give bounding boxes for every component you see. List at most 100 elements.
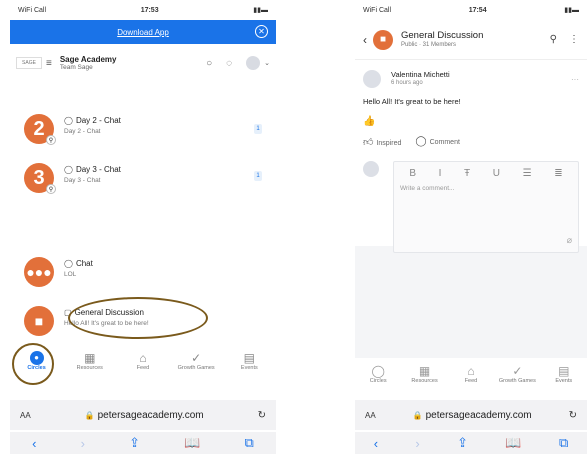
comment-editor[interactable]: B I Ŧ U ☰ ≣ Write a comment... ⌀ <box>393 161 579 253</box>
home-icon: ⌂ <box>467 364 475 378</box>
discussion-header: ‹ ■ General Discussion Public · 31 Membe… <box>355 20 587 60</box>
tab-growth-games[interactable]: ✓ Growth Games <box>497 364 537 384</box>
annotation-circle <box>12 343 54 385</box>
list-item[interactable]: ●●● ◯ Chat LOL <box>24 257 93 287</box>
close-icon[interactable]: ✕ <box>255 25 268 38</box>
comment-icon: ◯ <box>415 136 427 147</box>
italic-icon[interactable]: I <box>439 168 442 179</box>
search-icon[interactable]: ⚲ <box>550 34 557 45</box>
tab-events[interactable]: ▤ Events <box>544 364 584 384</box>
channel-badge: 3 ⚲ <box>24 163 56 194</box>
author-name[interactable]: Valentina Michetti <box>391 70 450 80</box>
carrier-label: WiFi Call <box>363 6 391 14</box>
forward-icon[interactable]: › <box>415 436 419 451</box>
avatar[interactable] <box>246 56 261 70</box>
chat-bubble-icon: ●●● <box>26 264 52 280</box>
text-size-button[interactable]: AA <box>365 411 376 420</box>
logo: SAGE <box>16 57 42 69</box>
search-icon[interactable]: ○ <box>206 58 212 69</box>
strikethrough-icon[interactable]: Ŧ <box>464 168 470 179</box>
back-icon[interactable]: ‹ <box>32 436 36 451</box>
clock: 17:54 <box>468 6 487 14</box>
channel-title: Chat <box>75 259 93 268</box>
comment-input[interactable]: Write a comment... <box>394 185 578 192</box>
text-size-button[interactable]: AA <box>20 411 31 420</box>
channel-title: Day 2 - Chat <box>75 116 121 125</box>
bottom-tab-bar: ◯ Circles ▦ Resources ⌂ Feed ✓ Growth Games … <box>355 358 587 396</box>
org-switcher[interactable]: Sage Academy Team Sage <box>60 55 117 72</box>
battery-icon: ▮▮▬ <box>564 7 579 14</box>
lock-icon: 🔒 <box>84 410 95 420</box>
annotation-circle <box>68 297 208 339</box>
tab-feed[interactable]: ⌂ Feed <box>451 364 491 384</box>
chat-bubble-icon: ■ <box>373 29 393 50</box>
browser-address-bar[interactable]: AA 🔒 petersageacademy.com ↻ <box>355 400 587 430</box>
share-icon[interactable]: ⇪ <box>457 435 468 451</box>
check-circle-icon: ✓ <box>512 364 523 378</box>
post-card: Valentina Michetti 6 hours ago ··· Hello… <box>355 60 587 253</box>
tab-resources[interactable]: ▦ Resources <box>405 364 445 384</box>
unread-count-badge: 1 <box>254 124 262 134</box>
download-app-banner[interactable]: Download App ✕ <box>10 20 276 44</box>
notification-icon[interactable]: ◌ <box>226 58 232 69</box>
tab-circles[interactable]: ◯ Circles <box>358 364 398 384</box>
lock-icon: ⚲ <box>46 184 56 194</box>
battery-icon: ▮▮▬ <box>253 7 268 14</box>
channel-badge: ●●● <box>24 257 54 287</box>
chat-icon: ◯ <box>64 165 73 174</box>
tabs-icon[interactable]: ⧉ <box>559 435 568 451</box>
more-icon[interactable]: ⋮ <box>569 34 579 45</box>
share-icon[interactable]: ⇪ <box>129 435 140 451</box>
list-item[interactable]: 2 ⚲ ◯ Day 2 - Chat Day 2 - Chat <box>24 114 121 145</box>
carrier-label: WiFi Call <box>18 6 46 14</box>
status-bar: WiFi Call 17:54 ▮▮▬ <box>355 0 587 20</box>
channel-badge: ■ <box>24 306 54 336</box>
inspired-button[interactable]: 👍︎ Inspired <box>363 136 401 148</box>
check-circle-icon: ✓ <box>191 351 202 365</box>
channel-title: Day 3 - Chat <box>75 165 121 174</box>
page-title: General Discussion <box>401 30 484 42</box>
org-name: Sage Academy <box>59 54 117 64</box>
reload-icon[interactable]: ↻ <box>258 410 266 421</box>
bookmarks-icon[interactable]: 📖 <box>505 435 521 451</box>
bold-icon[interactable]: B <box>409 168 416 179</box>
channel-preview: LOL <box>64 271 77 278</box>
back-icon[interactable]: ‹ <box>363 33 367 47</box>
status-bar: WiFi Call 17:53 ▮▮▬ <box>10 0 276 20</box>
underline-icon[interactable]: U <box>493 168 500 179</box>
lock-icon: 🔒 <box>412 410 423 420</box>
back-icon[interactable]: ‹ <box>374 436 378 451</box>
chat-icon: ◯ <box>64 259 73 268</box>
reaction[interactable]: 👍 <box>363 116 579 127</box>
avatar <box>363 161 379 177</box>
comment-button[interactable]: ◯ Comment <box>415 136 460 148</box>
avatar[interactable] <box>363 70 381 88</box>
tab-events[interactable]: ▤ Events <box>229 351 269 371</box>
bulleted-list-icon[interactable]: ☰ <box>523 168 532 179</box>
channel-meta[interactable]: Public · 31 Members <box>401 42 483 49</box>
numbered-list-icon[interactable]: ≣ <box>554 168 562 179</box>
grid-icon: ▦ <box>84 351 96 365</box>
thumbs-up-icon: 👍︎ <box>363 137 374 148</box>
team-name: Team Sage <box>59 63 93 71</box>
right-phone-screen: WiFi Call 17:54 ▮▮▬ ‹ ■ General Discussi… <box>355 0 587 454</box>
list-item[interactable]: 3 ⚲ ◯ Day 3 - Chat Day 3 - Chat <box>24 163 121 194</box>
forward-icon[interactable]: › <box>81 436 85 451</box>
grid-icon: ▦ <box>418 364 431 378</box>
community-header: SAGE ≡ Sage Academy Team Sage ○ ◌ ⌄ <box>10 44 276 82</box>
more-icon[interactable]: ··· <box>571 75 579 84</box>
tab-growth-games[interactable]: ✓ Growth Games <box>176 351 216 371</box>
channel-preview: Day 3 - Chat <box>64 177 101 184</box>
hamburger-menu-icon[interactable]: ≡ <box>46 58 52 69</box>
bookmarks-icon[interactable]: 📖 <box>184 435 200 451</box>
reload-icon[interactable]: ↻ <box>569 410 577 421</box>
download-app-link[interactable]: Download App <box>117 28 169 37</box>
url-text[interactable]: petersageacademy.com <box>98 410 204 421</box>
tab-resources[interactable]: ▦ Resources <box>70 351 110 371</box>
tab-feed[interactable]: ⌂ Feed <box>123 351 163 371</box>
chevron-down-icon[interactable]: ⌄ <box>264 59 270 67</box>
attachment-icon[interactable]: ⌀ <box>567 235 572 246</box>
url-text[interactable]: petersageacademy.com <box>426 410 532 421</box>
tabs-icon[interactable]: ⧉ <box>245 435 254 451</box>
browser-address-bar[interactable]: AA 🔒 petersageacademy.com ↻ <box>10 400 276 430</box>
